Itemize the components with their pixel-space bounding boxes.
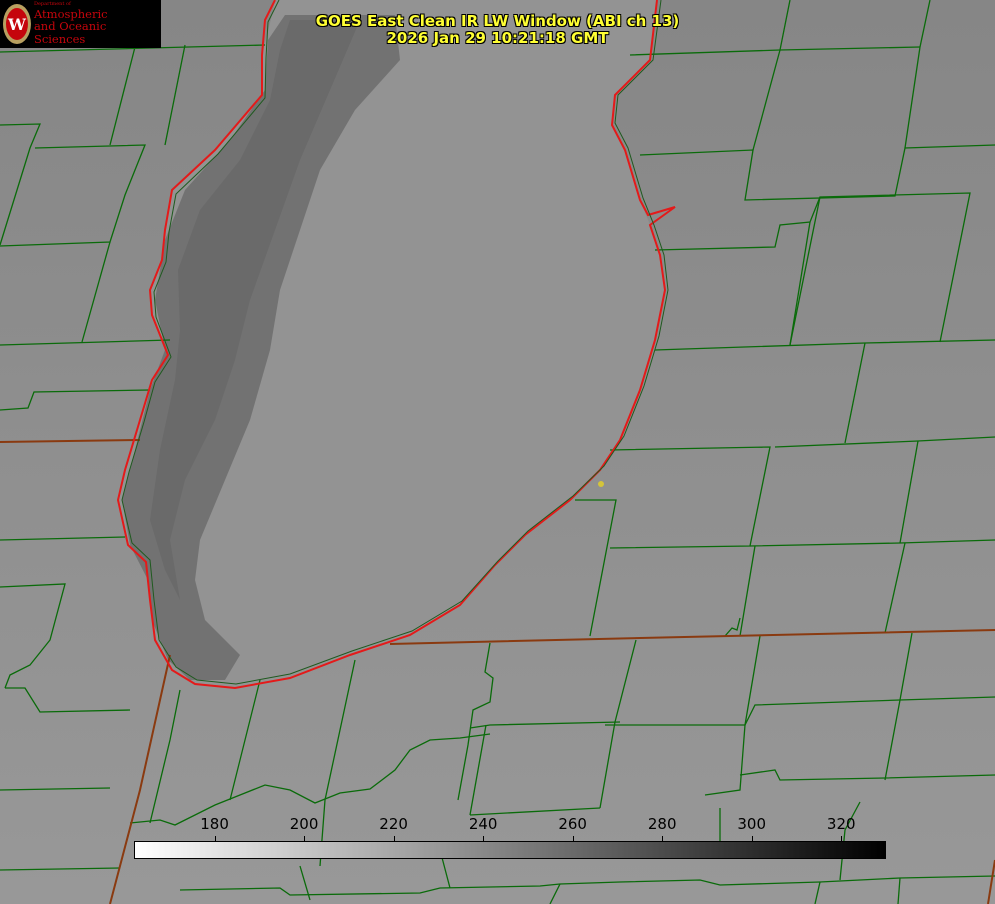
colorbar-tick-mark (483, 836, 485, 841)
satellite-image (0, 0, 995, 904)
colorbar-tick-label: 300 (737, 815, 767, 833)
colorbar-tick-label: 280 (647, 815, 677, 833)
image-timestamp: 2026 Jan 29 10:21:18 GMT (386, 29, 609, 47)
colorbar-tick-label: 200 (289, 815, 319, 833)
colorbar-tick-label: 220 (379, 815, 408, 833)
colorbar-tick-mark (572, 836, 574, 841)
colorbar-tick-mark (393, 836, 395, 841)
colorbar-tick-mark (304, 836, 306, 841)
image-title: GOES East Clean IR LW Window (ABI ch 13) (315, 12, 680, 30)
colorbar-tick-mark (841, 836, 843, 841)
colorbar-tick-label: 320 (826, 815, 856, 833)
colorbar-tick-label: 180 (200, 815, 229, 833)
colorbar-tick-label: 260 (558, 815, 587, 833)
colorbar-tick-mark (214, 836, 216, 841)
colorbar-tick-label: 240 (468, 815, 498, 833)
satellite-map: W Department of Atmospheric and Oceanic … (0, 0, 995, 904)
colorbar-tick-mark (662, 836, 664, 841)
yellow-dot-icon (598, 481, 604, 487)
colorbar (134, 841, 886, 859)
colorbar-tick-mark (751, 836, 753, 841)
